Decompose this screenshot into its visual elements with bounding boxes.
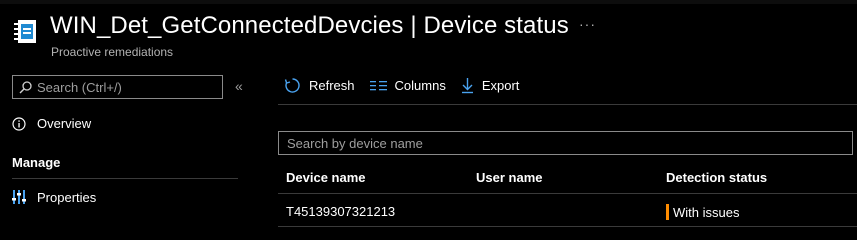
- sidebar-search-input[interactable]: Search (Ctrl+/): [12, 75, 223, 99]
- download-icon: [461, 78, 473, 94]
- command-bar: Refresh Columns Export: [284, 77, 534, 94]
- device-search-input[interactable]: [278, 131, 853, 155]
- status-indicator: [666, 204, 669, 220]
- device-status-page: WIN_Det_GetConnectedDevcies | Device sta…: [0, 0, 857, 230]
- device-name-cell: T45139307321213: [286, 204, 396, 219]
- more-options-button[interactable]: ···: [579, 16, 596, 32]
- column-header-user-name[interactable]: User name: [476, 170, 542, 185]
- sidebar-search-placeholder: Search (Ctrl+/): [37, 79, 122, 95]
- sidebar-section-manage: Manage: [12, 155, 61, 170]
- page-title: WIN_Det_GetConnectedDevcies | Device sta…: [50, 12, 569, 40]
- columns-label: Columns: [394, 78, 446, 93]
- collapse-sidebar-button[interactable]: «: [235, 78, 243, 94]
- properties-sliders-icon: [12, 190, 26, 204]
- column-header-detection-status[interactable]: Detection status: [666, 170, 767, 185]
- column-header-device-name[interactable]: Device name: [286, 170, 366, 185]
- sidebar-item-properties[interactable]: Properties: [12, 189, 96, 205]
- title-separator: |: [410, 12, 417, 39]
- sidebar-divider: [12, 178, 238, 179]
- table-row[interactable]: T45139307321213 With issues: [278, 194, 857, 226]
- columns-icon: [369, 80, 387, 90]
- page-subtitle: Proactive remediations: [51, 45, 174, 59]
- sidebar-item-label: Overview: [37, 116, 92, 131]
- export-label: Export: [481, 78, 520, 93]
- refresh-button[interactable]: Refresh: [284, 77, 355, 94]
- refresh-label: Refresh: [309, 78, 355, 93]
- table-row-divider: [278, 226, 857, 227]
- refresh-icon: [284, 78, 300, 93]
- toolbar-divider: [278, 104, 857, 105]
- sidebar-item-overview[interactable]: Overview: [12, 116, 91, 131]
- blade-name: Device status: [423, 12, 569, 39]
- sidebar-item-label: Properties: [37, 189, 97, 205]
- export-button[interactable]: Export: [461, 77, 520, 94]
- script-document-icon: [14, 20, 36, 43]
- policy-name: WIN_Det_GetConnectedDevcies: [50, 12, 404, 39]
- info-icon: [12, 116, 26, 131]
- detection-status-text: With issues: [673, 204, 740, 220]
- search-icon: [19, 80, 32, 93]
- columns-button[interactable]: Columns: [369, 78, 446, 93]
- detection-status-cell: With issues: [666, 204, 739, 220]
- breadcrumb: [0, 0, 857, 4]
